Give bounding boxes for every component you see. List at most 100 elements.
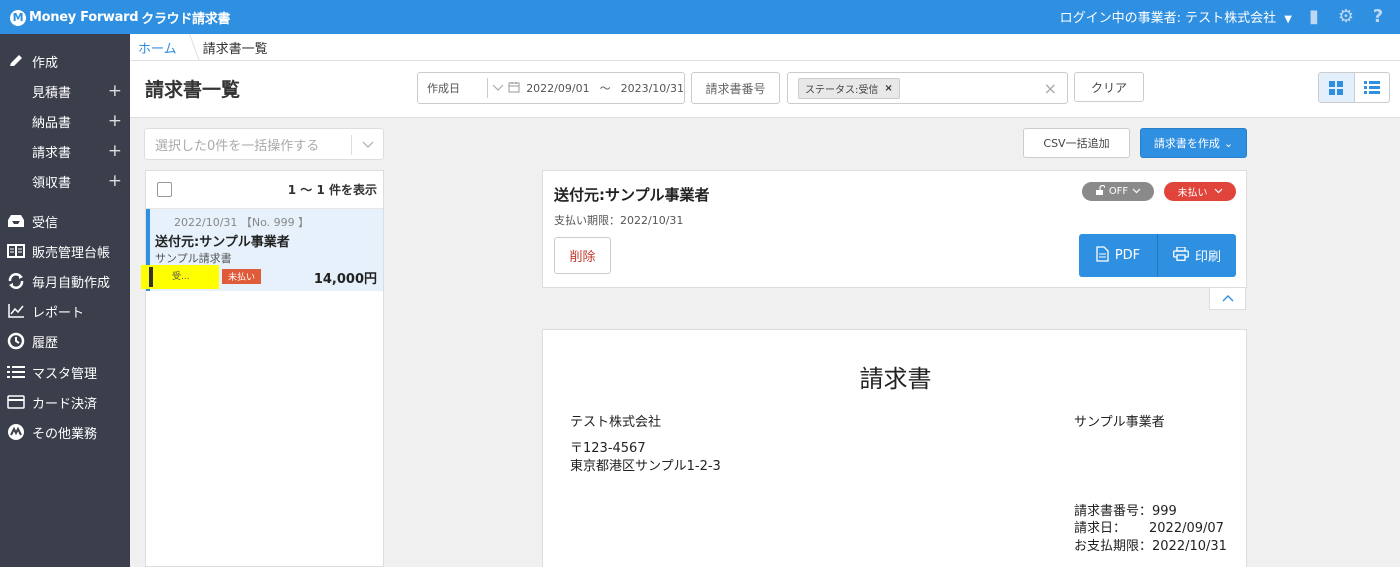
invoice-number-placeholder: 請求書番号 bbox=[705, 81, 766, 96]
date-to-input[interactable]: 2023/10/31 bbox=[621, 82, 684, 95]
sidebar-item-card-payment[interactable]: カード決済 bbox=[0, 390, 130, 414]
chart-icon bbox=[6, 301, 26, 321]
sidebar-item-label: 履歴 bbox=[32, 335, 59, 351]
bulk-action-placeholder: 選択した0件を一括操作する bbox=[155, 138, 320, 154]
sidebar-item-label: その他業務 bbox=[32, 426, 98, 442]
date-type-select[interactable]: 作成日 bbox=[418, 78, 504, 98]
document-title: 請求書 bbox=[859, 365, 932, 393]
detail-due-date: 支払い期限：2022/10/31 bbox=[554, 214, 684, 227]
chevron-down-icon bbox=[1132, 186, 1141, 197]
beginner-guide-icon[interactable]: ▮ bbox=[1304, 6, 1324, 27]
list-item-title: 送付元:サンプル事業者 bbox=[155, 235, 290, 250]
date-range-filter: 作成日 2022/09/01 ～ 2023/10/31 bbox=[417, 72, 685, 104]
invoice-detail-card: 送付元:サンプル事業者 支払い期限：2022/10/31 削除 OFF 未払い … bbox=[542, 170, 1247, 288]
bulk-action-select[interactable]: 選択した0件を一括操作する bbox=[144, 128, 384, 160]
pdf-button[interactable]: PDF bbox=[1079, 234, 1157, 277]
sidebar-item-receipt[interactable]: 領収書 + bbox=[32, 170, 130, 192]
delete-button-label: 削除 bbox=[569, 250, 596, 265]
chip-remove-icon[interactable]: × bbox=[884, 83, 892, 94]
sidebar-item-label: カード決済 bbox=[32, 396, 98, 412]
issuer-name: テスト株式会社 bbox=[570, 415, 662, 430]
plus-icon[interactable]: + bbox=[108, 171, 122, 191]
breadcrumb: ホーム 請求書一覧 bbox=[130, 33, 1400, 61]
caret-down-icon: ▼ bbox=[1284, 13, 1292, 25]
list-item[interactable]: 2022/10/31 【No. 999 】 送付元:サンプル事業者 サンプル請求… bbox=[141, 209, 383, 291]
output-button-group: PDF 印刷 bbox=[1079, 234, 1236, 277]
sidebar-item-create[interactable]: 作成 bbox=[0, 49, 130, 73]
sidebar-item-master[interactable]: マスタ管理 bbox=[0, 360, 130, 384]
app-logo[interactable]: M Money Forward クラウド請求書 bbox=[10, 8, 230, 27]
clear-filter-icon[interactable]: × bbox=[1044, 79, 1057, 98]
result-count: 1 ～ 1 件を表示 bbox=[287, 183, 377, 197]
sidebar-item-label: 受信 bbox=[32, 215, 59, 231]
sidebar-item-sales-ledger[interactable]: 販売管理台帳 bbox=[0, 239, 130, 263]
breadcrumb-current: 請求書一覧 bbox=[202, 41, 268, 57]
sidebar-item-label: 販売管理台帳 bbox=[32, 245, 111, 261]
payment-status-dropdown[interactable]: 未払い bbox=[1164, 182, 1236, 201]
invoice-date: 2022/09/07 bbox=[1149, 521, 1224, 536]
plus-icon[interactable]: + bbox=[108, 81, 122, 101]
breadcrumb-home-link[interactable]: ホーム bbox=[138, 38, 177, 57]
page-title: 請求書一覧 bbox=[145, 79, 241, 101]
chevron-down-icon bbox=[351, 135, 383, 155]
card-icon bbox=[6, 392, 26, 412]
issuer-zip: 〒123-4567 bbox=[570, 441, 646, 456]
user-menu[interactable]: ログイン中の事業者: テスト株式会社 ▼ bbox=[1060, 7, 1292, 26]
mf-icon bbox=[6, 422, 26, 442]
list-view-icon[interactable] bbox=[1355, 73, 1390, 102]
top-bar: M Money Forward クラウド請求書 ログイン中の事業者: テスト株式… bbox=[0, 0, 1400, 34]
collapse-toggle[interactable] bbox=[1209, 288, 1246, 310]
plus-icon[interactable]: + bbox=[108, 111, 122, 131]
lock-toggle[interactable]: OFF bbox=[1082, 182, 1154, 201]
sidebar: 作成 見積書 + 納品書 + 請求書 + 領収書 + 受信 販売管理台帳 毎月自… bbox=[0, 34, 130, 567]
sidebar-item-monthly-auto[interactable]: 毎月自動作成 bbox=[0, 269, 130, 293]
user-label: ログイン中の事業者: テスト株式会社 bbox=[1059, 10, 1277, 26]
print-button-label: 印刷 bbox=[1194, 250, 1221, 265]
chevron-down-icon bbox=[1214, 186, 1223, 197]
select-all-checkbox[interactable] bbox=[157, 182, 172, 197]
grid-view-icon[interactable] bbox=[1319, 73, 1355, 102]
status-chip-label: ステータス:受信 bbox=[805, 84, 879, 96]
issuer-address: 東京都港区サンプル1-2-3 bbox=[570, 459, 721, 474]
delete-button[interactable]: 削除 bbox=[554, 237, 611, 274]
calendar-icon bbox=[508, 81, 520, 96]
invoice-list-panel: 1 ～ 1 件を表示 2022/10/31 【No. 999 】 送付元:サンプ… bbox=[141, 170, 384, 567]
status-chip: ステータス:受信 × bbox=[798, 77, 900, 99]
sidebar-item-label: 作成 bbox=[32, 55, 59, 71]
list-header: 1 ～ 1 件を表示 bbox=[146, 171, 383, 209]
chevron-down-icon bbox=[492, 82, 504, 95]
csv-import-button[interactable]: CSV一括追加 bbox=[1023, 128, 1130, 158]
document-icon bbox=[1096, 245, 1109, 266]
money-forward-logo-icon: M bbox=[10, 9, 26, 26]
highlight-bar bbox=[149, 267, 153, 287]
csv-import-label: CSV一括追加 bbox=[1043, 137, 1110, 150]
gear-icon[interactable]: ⚙ bbox=[1336, 6, 1356, 27]
sidebar-item-report[interactable]: レポート bbox=[0, 299, 130, 323]
list-item-date-number: 2022/10/31 【No. 999 】 bbox=[174, 216, 310, 229]
lock-state-label: OFF bbox=[1108, 186, 1129, 197]
plus-icon[interactable]: + bbox=[108, 141, 122, 161]
clear-button[interactable]: クリア bbox=[1074, 72, 1144, 102]
top-right-controls: ログイン中の事業者: テスト株式会社 ▼ ▮ ⚙ ? bbox=[1060, 6, 1388, 27]
sidebar-item-other-tasks[interactable]: その他業務 bbox=[0, 420, 130, 444]
sidebar-item-delivery[interactable]: 納品書 + bbox=[32, 110, 130, 132]
date-type-value: 作成日 bbox=[427, 82, 460, 95]
sidebar-item-history[interactable]: 履歴 bbox=[0, 329, 130, 353]
status-filter-input[interactable]: ステータス:受信 × × bbox=[787, 72, 1068, 104]
help-icon[interactable]: ? bbox=[1368, 6, 1388, 27]
ledger-icon bbox=[6, 241, 26, 261]
payment-status-label: 未払い bbox=[1177, 188, 1208, 199]
sidebar-item-invoice[interactable]: 請求書 + bbox=[32, 140, 130, 162]
brand-name: Money Forward bbox=[29, 10, 139, 25]
print-button[interactable]: 印刷 bbox=[1157, 234, 1236, 277]
pdf-button-label: PDF bbox=[1114, 248, 1141, 263]
date-from-input[interactable]: 2022/09/01 bbox=[526, 82, 589, 95]
payment-due: お支払期限：2022/10/31 bbox=[1074, 539, 1227, 554]
invoice-number-input[interactable]: 請求書番号 bbox=[691, 72, 780, 104]
create-invoice-button[interactable]: 請求書を作成 ⌄ bbox=[1140, 128, 1247, 158]
divider bbox=[487, 78, 489, 98]
sidebar-item-received[interactable]: 受信 bbox=[0, 209, 130, 233]
sidebar-item-label: 毎月自動作成 bbox=[32, 275, 111, 291]
invoice-date-label: 請求日： bbox=[1074, 521, 1127, 536]
sidebar-item-estimate[interactable]: 見積書 + bbox=[32, 80, 130, 102]
